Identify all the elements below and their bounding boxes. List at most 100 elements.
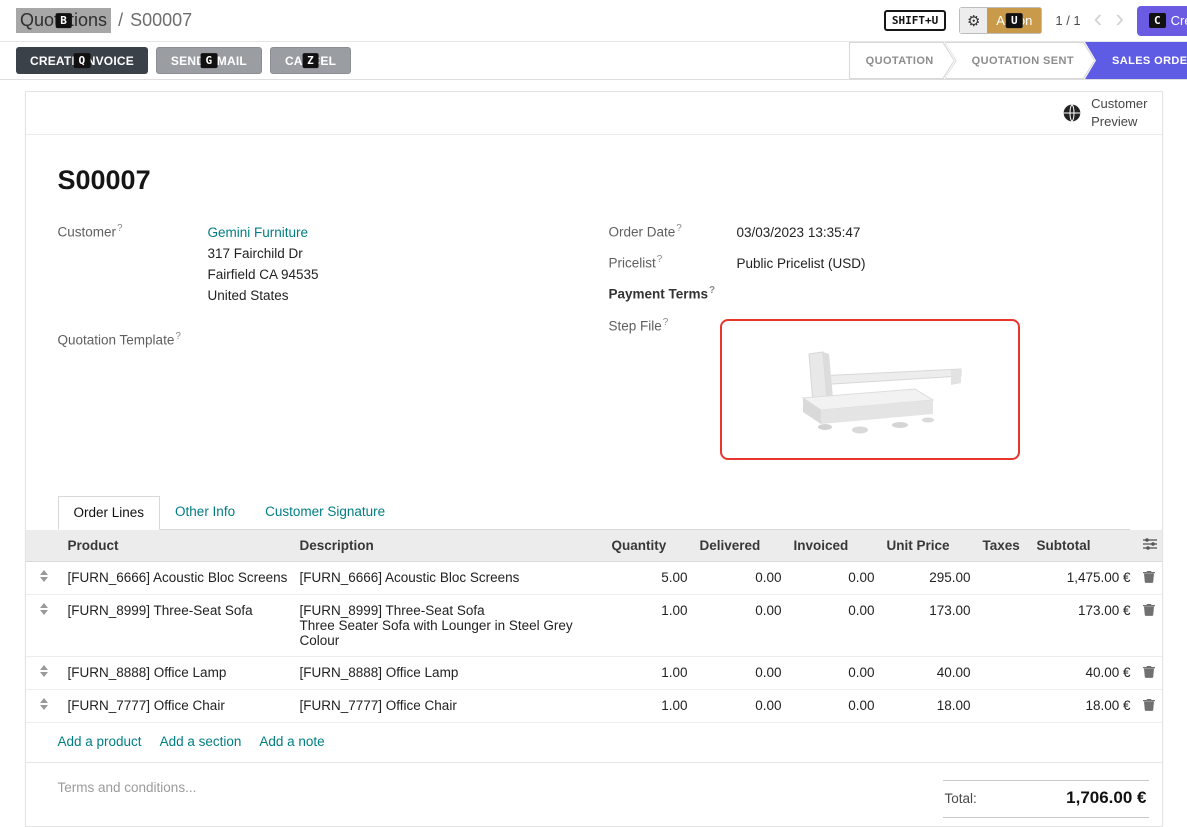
- cell-invoiced[interactable]: 0.00: [788, 689, 881, 722]
- cell-quantity[interactable]: 5.00: [606, 561, 694, 594]
- cell-taxes[interactable]: [977, 594, 1031, 656]
- cell-delivered[interactable]: 0.00: [694, 594, 788, 656]
- pricelist-value[interactable]: Public Pricelist (USD): [737, 253, 866, 274]
- order-line-row[interactable]: [FURN_8999] Three-Seat Sofa [FURN_8999] …: [26, 594, 1163, 656]
- create-button[interactable]: C Create: [1137, 6, 1187, 36]
- customer-address-line1: 317 Fairchild Dr: [208, 243, 319, 264]
- cell-delivered[interactable]: 0.00: [694, 656, 788, 689]
- cell-unit-price[interactable]: 173.00: [881, 594, 977, 656]
- delete-line-icon[interactable]: [1137, 561, 1163, 594]
- tab-order-lines[interactable]: Order Lines: [58, 496, 161, 530]
- total-block: Total: 1,706.00 €: [943, 780, 1149, 818]
- customer-preview-label-line2: Preview: [1091, 113, 1147, 131]
- tab-customer-signature[interactable]: Customer Signature: [250, 496, 400, 529]
- cell-taxes[interactable]: [977, 561, 1031, 594]
- step-file-field[interactable]: [720, 319, 1020, 460]
- customer-address-line2: Fairfield CA 94535: [208, 264, 319, 285]
- cell-delivered[interactable]: 0.00: [694, 689, 788, 722]
- cell-invoiced[interactable]: 0.00: [788, 656, 881, 689]
- cell-subtotal: 1,475.00 €: [1031, 561, 1137, 594]
- cell-taxes[interactable]: [977, 656, 1031, 689]
- cell-product[interactable]: [FURN_8888] Office Lamp: [62, 656, 294, 689]
- statusbar: QUOTATION QUOTATION SENT SALES ORDER: [849, 42, 1187, 79]
- cell-product[interactable]: [FURN_7777] Office Chair: [62, 689, 294, 722]
- cell-description[interactable]: [FURN_6666] Acoustic Bloc Screens: [294, 561, 606, 594]
- cancel-button[interactable]: CANCEL Z: [270, 47, 351, 74]
- quotation-template-field-label: Quotation Template?: [58, 330, 208, 348]
- tab-other-info[interactable]: Other Info: [160, 496, 250, 529]
- cell-quantity[interactable]: 1.00: [606, 689, 694, 722]
- order-line-row[interactable]: [FURN_8888] Office Lamp [FURN_8888] Offi…: [26, 656, 1163, 689]
- statusbar-step-quotation-sent[interactable]: QUOTATION SENT: [945, 42, 1095, 79]
- keyboard-hint-u: U: [1006, 13, 1023, 29]
- order-line-row[interactable]: [FURN_6666] Acoustic Bloc Screens [FURN_…: [26, 561, 1163, 594]
- form-view: Customer Preview S00007 Customer? Gemini…: [0, 80, 1187, 827]
- action-menu-button[interactable]: ⚙ Action U: [959, 7, 1042, 34]
- cell-unit-price[interactable]: 18.00: [881, 689, 977, 722]
- delete-line-icon[interactable]: [1137, 594, 1163, 656]
- drag-handle-icon[interactable]: [39, 698, 49, 710]
- sheet-button-box: Customer Preview: [26, 92, 1162, 135]
- cell-description[interactable]: [FURN_8999] Three-Seat Sofa Three Seater…: [294, 594, 606, 656]
- form-fields: Customer? Gemini Furniture 317 Fairchild…: [58, 222, 1130, 470]
- cell-delivered[interactable]: 0.00: [694, 561, 788, 594]
- keyboard-hint-q: Q: [74, 53, 91, 69]
- add-a-note-link[interactable]: Add a note: [259, 734, 324, 749]
- cell-quantity[interactable]: 1.00: [606, 594, 694, 656]
- customer-preview-button[interactable]: Customer Preview: [1062, 95, 1147, 130]
- total-value: 1,706.00 €: [1066, 788, 1146, 808]
- help-icon: ?: [676, 223, 682, 234]
- delete-line-icon[interactable]: [1137, 656, 1163, 689]
- drag-handle-icon[interactable]: [39, 665, 49, 677]
- page-title: S00007: [58, 165, 1130, 196]
- column-header-quantity: Quantity: [606, 530, 694, 562]
- add-a-product-link[interactable]: Add a product: [58, 734, 142, 749]
- globe-icon: [1062, 103, 1082, 123]
- customer-link[interactable]: Gemini Furniture: [208, 225, 309, 240]
- send-email-button[interactable]: SEND EMAIL G: [156, 47, 262, 74]
- action-buttons: CREATE INVOICE Q SEND EMAIL G CANCEL Z: [16, 42, 351, 79]
- column-header-delivered: Delivered: [694, 530, 788, 562]
- keyboard-hint-z: Z: [302, 53, 319, 69]
- help-icon: ?: [117, 223, 123, 234]
- cell-invoiced[interactable]: 0.00: [788, 594, 881, 656]
- delete-line-icon[interactable]: [1137, 689, 1163, 722]
- cell-product[interactable]: [FURN_6666] Acoustic Bloc Screens: [62, 561, 294, 594]
- order-line-row[interactable]: [FURN_7777] Office Chair [FURN_7777] Off…: [26, 689, 1163, 722]
- cell-product[interactable]: [FURN_8999] Three-Seat Sofa: [62, 594, 294, 656]
- cell-unit-price[interactable]: 40.00: [881, 656, 977, 689]
- pager-previous-icon[interactable]: ‹: [1094, 5, 1103, 31]
- cell-invoiced[interactable]: 0.00: [788, 561, 881, 594]
- drag-handle-icon[interactable]: [39, 570, 49, 582]
- keyboard-hint-b: B: [55, 13, 72, 29]
- column-header-handle: [26, 530, 62, 562]
- sales-order-sheet: Customer Preview S00007 Customer? Gemini…: [25, 91, 1163, 827]
- optional-columns-icon[interactable]: [1137, 530, 1163, 562]
- statusbar-step-quotation[interactable]: QUOTATION: [849, 42, 955, 79]
- statusbar-step-sales-order[interactable]: SALES ORDER: [1085, 42, 1187, 79]
- total-label: Total:: [945, 791, 977, 806]
- column-header-unit-price: Unit Price: [881, 530, 977, 562]
- breadcrumb-current: S00007: [130, 10, 192, 31]
- order-lines-table: Product Description Quantity Delivered I…: [26, 530, 1163, 723]
- gear-icon: ⚙: [960, 8, 987, 33]
- cell-description[interactable]: [FURN_8888] Office Lamp: [294, 656, 606, 689]
- cell-subtotal: 173.00 €: [1031, 594, 1137, 656]
- order-date-value[interactable]: 03/03/2023 13:35:47: [737, 222, 861, 243]
- pager-next-icon[interactable]: ›: [1115, 5, 1124, 31]
- sheet-footer: Terms and conditions... Total: 1,706.00 …: [58, 763, 1130, 818]
- step-file-3d-preview: [765, 342, 975, 437]
- add-a-section-link[interactable]: Add a section: [160, 734, 242, 749]
- keyboard-hint-c: C: [1149, 13, 1166, 29]
- column-header-subtotal: Subtotal: [1031, 530, 1137, 562]
- column-header-description: Description: [294, 530, 606, 562]
- cell-description[interactable]: [FURN_7777] Office Chair: [294, 689, 606, 722]
- column-header-product: Product: [62, 530, 294, 562]
- breadcrumb-quotations[interactable]: Quotations B: [16, 8, 111, 33]
- terms-and-conditions-placeholder[interactable]: Terms and conditions...: [58, 780, 197, 818]
- drag-handle-icon[interactable]: [39, 603, 49, 615]
- cell-taxes[interactable]: [977, 689, 1031, 722]
- cell-unit-price[interactable]: 295.00: [881, 561, 977, 594]
- create-invoice-button[interactable]: CREATE INVOICE Q: [16, 47, 148, 74]
- cell-quantity[interactable]: 1.00: [606, 656, 694, 689]
